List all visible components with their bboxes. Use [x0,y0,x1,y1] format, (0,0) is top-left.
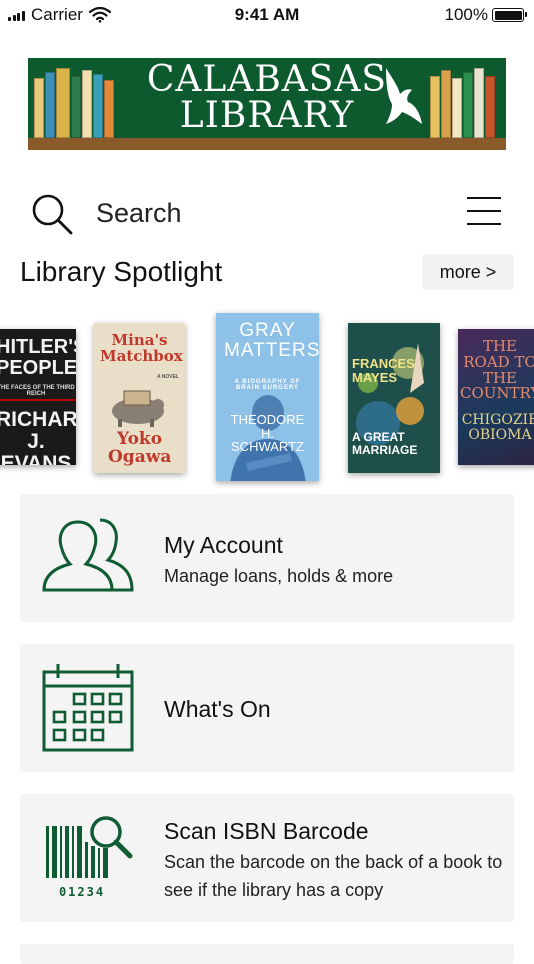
book-title: HITLER'S PEOPLE [0,336,76,379]
card-title: Scan ISBN Barcode [164,818,369,844]
book-author: RICHARD J. EVANS [0,408,76,465]
book-title: GRAY MATTERS [224,320,319,361]
book-title: Mina's Matchbox [100,331,183,365]
book-author: Yoko Ogawa [108,429,172,467]
banner-title-line2: LIBRARY [179,95,355,136]
book-cover[interactable]: FRANCES MAYES A GREAT MARRIAGE [348,323,440,473]
status-right: 100% [444,5,527,25]
library-banner: CALABASAS LIBRARY [28,58,506,150]
book-title: A GREAT MARRIAGE [352,430,418,457]
spotlight-carousel[interactable]: HITLER'S PEOPLE THE FACES OF THE THIRD R… [0,305,534,490]
search-icon[interactable] [30,192,74,236]
next-card[interactable] [20,944,514,964]
card-title: What's On [164,696,271,722]
users-icon [42,518,134,592]
book-subtitle: A NOVEL [156,374,179,380]
matchbox-illustration-icon [112,390,164,427]
book-cover[interactable]: HITLER'S PEOPLE THE FACES OF THE THIRD R… [0,329,76,465]
search-input[interactable]: Search [96,198,182,229]
card-subtitle: Scan the barcode on the back of a book t… [164,852,503,900]
spotlight-title: Library Spotlight [20,256,223,287]
hamburger-menu-icon[interactable] [467,197,501,227]
banner-shelf [28,138,506,150]
whats-on-card[interactable]: What's On [20,644,514,772]
scan-barcode-card[interactable]: 01234 Scan ISBN Barcode Scan the barcode… [20,794,514,922]
battery-percent: 100% [444,5,488,24]
banner-title: CALABASAS LIBRARY [28,62,506,134]
banner-title-line1: CALABASAS [146,59,388,100]
book-title: THE ROAD TO THE COUNTRY [460,337,534,403]
book-cover[interactable]: THE ROAD TO THE COUNTRY CHIGOZIE OBIOMA [458,329,534,465]
book-author: THEODORE H. SCHWARTZ [230,412,305,455]
more-button[interactable]: more > [422,254,514,290]
card-subtitle: Manage loans, holds & more [164,566,394,586]
book-subtitle: A BIOGRAPHY OF BRAIN SURGERY [234,379,301,392]
search-bar[interactable]: Search [0,188,534,240]
status-bar: Carrier 9:41 AM 100% [0,0,534,30]
card-title: My Account [164,532,283,558]
book-cover[interactable]: GRAY MATTERS A BIOGRAPHY OF BRAIN SURGER… [216,313,319,481]
my-account-card[interactable]: My Account Manage loans, holds & more [20,494,514,622]
book-author: FRANCES MAYES [352,356,415,385]
book-author: CHIGOZIE OBIOMA [461,412,534,443]
book-subtitle: THE FACES OF THE THIRD REICH [0,385,75,398]
barcode-search-icon: 01234 [46,816,133,899]
barcode-digits: 01234 [59,885,105,899]
book-cover[interactable]: Mina's Matchbox A NOVEL Yoko Ogawa [94,323,185,473]
calendar-icon [42,664,134,752]
battery-icon [492,8,527,22]
